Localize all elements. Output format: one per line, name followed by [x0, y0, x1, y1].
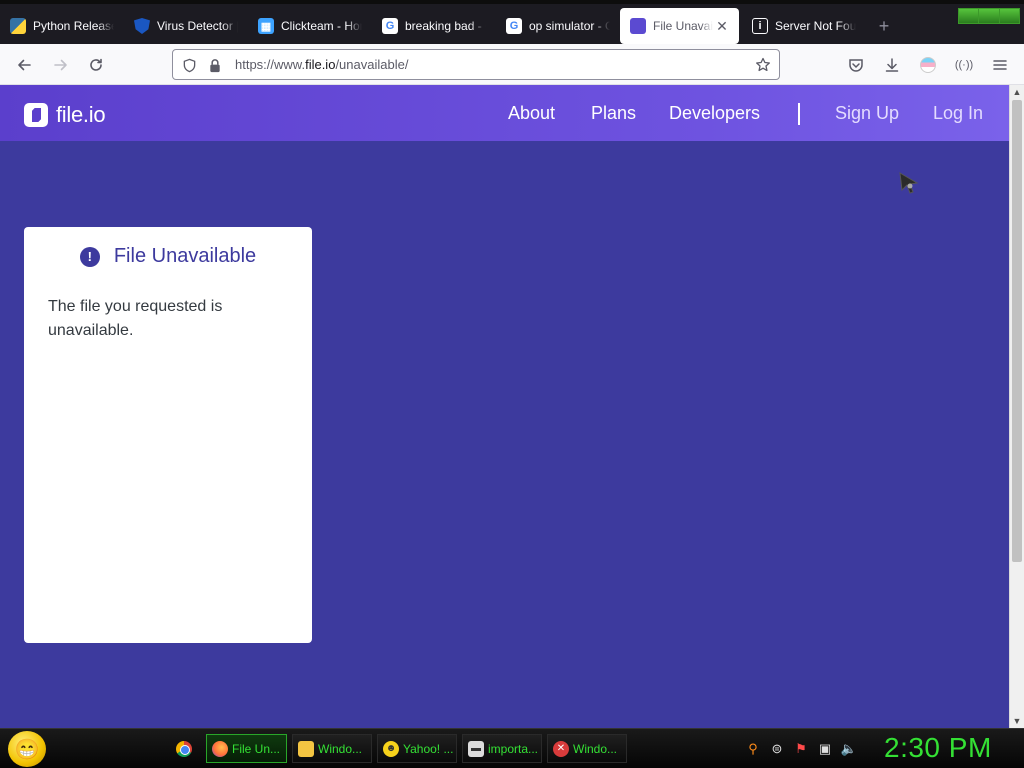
taskbar-item-firefox[interactable]: File Un...: [206, 734, 287, 763]
forward-button[interactable]: [48, 52, 74, 78]
error-card: ! File Unavailable The file you requeste…: [24, 227, 312, 643]
hamburger-menu-icon: [993, 60, 1007, 70]
close-tab-icon[interactable]: ✕: [715, 18, 729, 35]
download-icon: [885, 58, 899, 72]
site-header: file.io About Plans Developers Sign Up L…: [0, 85, 1009, 141]
tracking-protection-shield-icon[interactable]: [179, 55, 199, 75]
arrow-right-icon: [54, 59, 67, 71]
reload-icon: [90, 58, 102, 71]
shield-icon: [134, 18, 150, 34]
clickteam-icon: ▦: [258, 18, 274, 34]
menu-button[interactable]: [987, 52, 1013, 78]
page-scrollbar[interactable]: ▲ ▼: [1009, 85, 1024, 728]
tab-breaking-bad[interactable]: G breaking bad - Google: [372, 8, 496, 44]
pocket-button[interactable]: [843, 52, 869, 78]
taskbar: 😁 File Un... Windo... ☻ Yahoo! ... ▬ imp…: [0, 728, 1024, 768]
tab-title: op simulator - Google: [529, 19, 610, 33]
tab-title: File Unavailable: [653, 19, 713, 33]
account-avatar-icon: [920, 57, 936, 73]
url-host: file.io: [305, 57, 336, 72]
minimize-button[interactable]: [959, 9, 980, 23]
address-bar[interactable]: https://www.file.io/unavailable/: [172, 49, 780, 80]
extensions-button[interactable]: ((·)): [951, 52, 977, 78]
card-title: File Unavailable: [113, 245, 257, 267]
taskbar-item-label: Windo...: [573, 741, 618, 756]
firefox-icon: [212, 740, 228, 757]
nav-plans-link[interactable]: Plans: [591, 103, 636, 124]
tab-file-unavailable[interactable]: File Unavailable ✕: [620, 8, 739, 44]
taskbar-item-label: Windo...: [318, 741, 363, 756]
taskbar-item-label: Yahoo! ...: [403, 741, 454, 756]
nav-developers-link[interactable]: Developers: [669, 103, 760, 124]
network-icon[interactable]: ▣: [816, 740, 834, 758]
fileio-logo-icon: [24, 103, 48, 127]
folder-icon: [298, 740, 314, 757]
nav-divider: [798, 103, 800, 125]
close-window-button[interactable]: [999, 9, 1019, 23]
google-icon: G: [506, 18, 522, 34]
search-icon[interactable]: ⚲: [744, 740, 762, 758]
chrome-quicklaunch-icon[interactable]: [176, 741, 192, 757]
tab-title: Python Releases for Windows: [33, 19, 114, 33]
tab-server-not-found[interactable]: i Server Not Found: [742, 8, 866, 44]
tab-python-releases[interactable]: Python Releases for Windows: [0, 8, 124, 44]
tab-title: Server Not Found: [775, 19, 856, 33]
volume-icon[interactable]: 🔈: [840, 740, 858, 758]
extension-icon: ((·)): [954, 59, 974, 71]
lock-icon[interactable]: [205, 55, 225, 75]
url-text: https://www.file.io/unavailable/: [235, 57, 408, 72]
tab-title: Virus Detector | Scan: [157, 19, 238, 33]
taskbar-item-explorer[interactable]: Windo...: [292, 734, 372, 763]
tab-title: breaking bad - Google: [405, 19, 486, 33]
taskbar-clock[interactable]: 2:30 PM: [884, 732, 992, 764]
window-controls[interactable]: [958, 8, 1020, 24]
pocket-icon: [849, 59, 863, 72]
yahoo-smiley-icon: ☻: [383, 740, 399, 757]
new-tab-button[interactable]: +: [874, 14, 894, 38]
url-prefix: https://www.: [235, 57, 306, 72]
taskbar-item-label: importa...: [488, 741, 539, 756]
logo-text: file.io: [56, 102, 106, 127]
taskbar-item-label: File Un...: [232, 741, 281, 756]
browser-nav-bar: https://www.file.io/unavailable/ ((·)): [0, 44, 1024, 85]
downloads-button[interactable]: [879, 52, 905, 78]
nav-about-link[interactable]: About: [508, 103, 555, 124]
tab-op-simulator[interactable]: G op simulator - Google: [496, 8, 620, 44]
arrow-left-icon: [18, 59, 31, 71]
fileio-icon: [630, 18, 646, 34]
google-icon: G: [382, 18, 398, 34]
scrollbar-thumb[interactable]: [1012, 100, 1022, 562]
start-button[interactable]: 😁: [8, 731, 46, 767]
flag-icon[interactable]: ⚑: [792, 740, 810, 758]
url-path: /unavailable/: [335, 57, 409, 72]
tab-title: Clickteam - Home: [281, 19, 362, 33]
site-logo[interactable]: file.io: [24, 102, 106, 128]
tab-clickteam[interactable]: ▦ Clickteam - Home: [248, 8, 372, 44]
mouse-cursor-icon: [899, 172, 919, 194]
messenger-icon[interactable]: ⊜: [768, 740, 786, 758]
nav-sign-up-link[interactable]: Sign Up: [835, 103, 899, 124]
smiley-start-icon: 😁: [14, 738, 40, 761]
error-icon: ✕: [553, 740, 569, 757]
scroll-down-arrow-icon[interactable]: ▼: [1010, 714, 1024, 728]
web-page: file.io About Plans Developers Sign Up L…: [0, 85, 1009, 728]
taskbar-item-import[interactable]: ▬ importa...: [462, 734, 542, 763]
maximize-button[interactable]: [979, 9, 1000, 23]
bookmark-star-icon[interactable]: [753, 55, 773, 75]
taskbar-item-yahoo[interactable]: ☻ Yahoo! ...: [377, 734, 457, 763]
card-message: The file you requested is unavailable.: [48, 298, 223, 339]
reload-button[interactable]: [83, 52, 109, 78]
account-button[interactable]: [915, 52, 941, 78]
scroll-up-arrow-icon[interactable]: ▲: [1010, 85, 1024, 99]
card-header: ! File Unavailable: [24, 245, 312, 268]
browser-tab-strip: Python Releases for Windows Virus Detect…: [0, 0, 1024, 44]
alert-icon: !: [79, 246, 100, 267]
taskbar-item-windows-error[interactable]: ✕ Windo...: [547, 734, 627, 763]
info-icon: i: [752, 18, 768, 34]
nav-log-in-link[interactable]: Log In: [933, 103, 983, 124]
python-icon: [10, 18, 26, 34]
tab-virus-detector[interactable]: Virus Detector | Scan: [124, 8, 248, 44]
file-icon: ▬: [468, 740, 484, 757]
back-button[interactable]: [11, 52, 37, 78]
